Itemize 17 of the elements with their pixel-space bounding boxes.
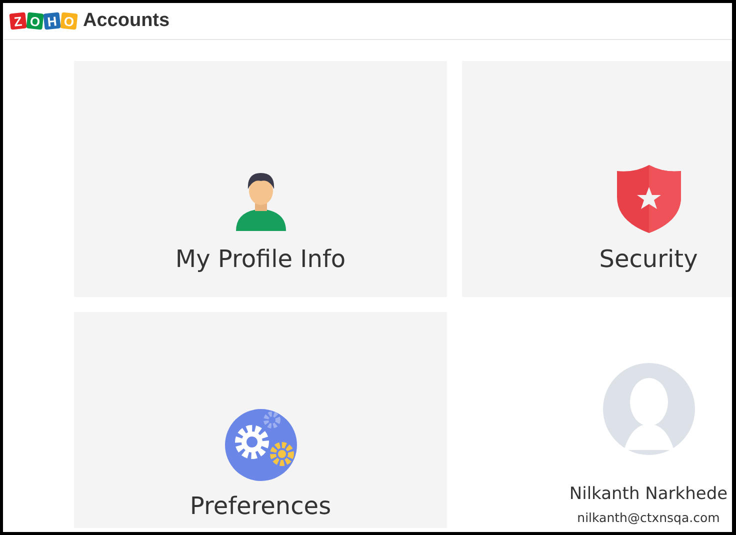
- logo-letter: O: [26, 12, 44, 30]
- security-card[interactable]: Security: [462, 61, 732, 297]
- person-icon: [236, 173, 286, 231]
- card-label: Preferences: [190, 492, 332, 520]
- user-email: nilkanth@ctxnsqa.com: [577, 510, 720, 525]
- avatar-icon: [602, 363, 694, 455]
- logo-letter: Z: [9, 12, 27, 30]
- shield-icon: [616, 165, 680, 233]
- logo-letter: O: [60, 12, 78, 30]
- card-label: My Profile Info: [175, 245, 346, 273]
- logo-letter: H: [43, 12, 61, 30]
- profile-card[interactable]: My Profile Info: [74, 61, 447, 297]
- preferences-card[interactable]: Preferences: [74, 312, 447, 528]
- card-label: Security: [599, 245, 698, 273]
- user-name: Nilkanth Narkhede: [569, 484, 728, 504]
- app-title: Accounts: [83, 10, 170, 32]
- gears-icon: [224, 409, 296, 481]
